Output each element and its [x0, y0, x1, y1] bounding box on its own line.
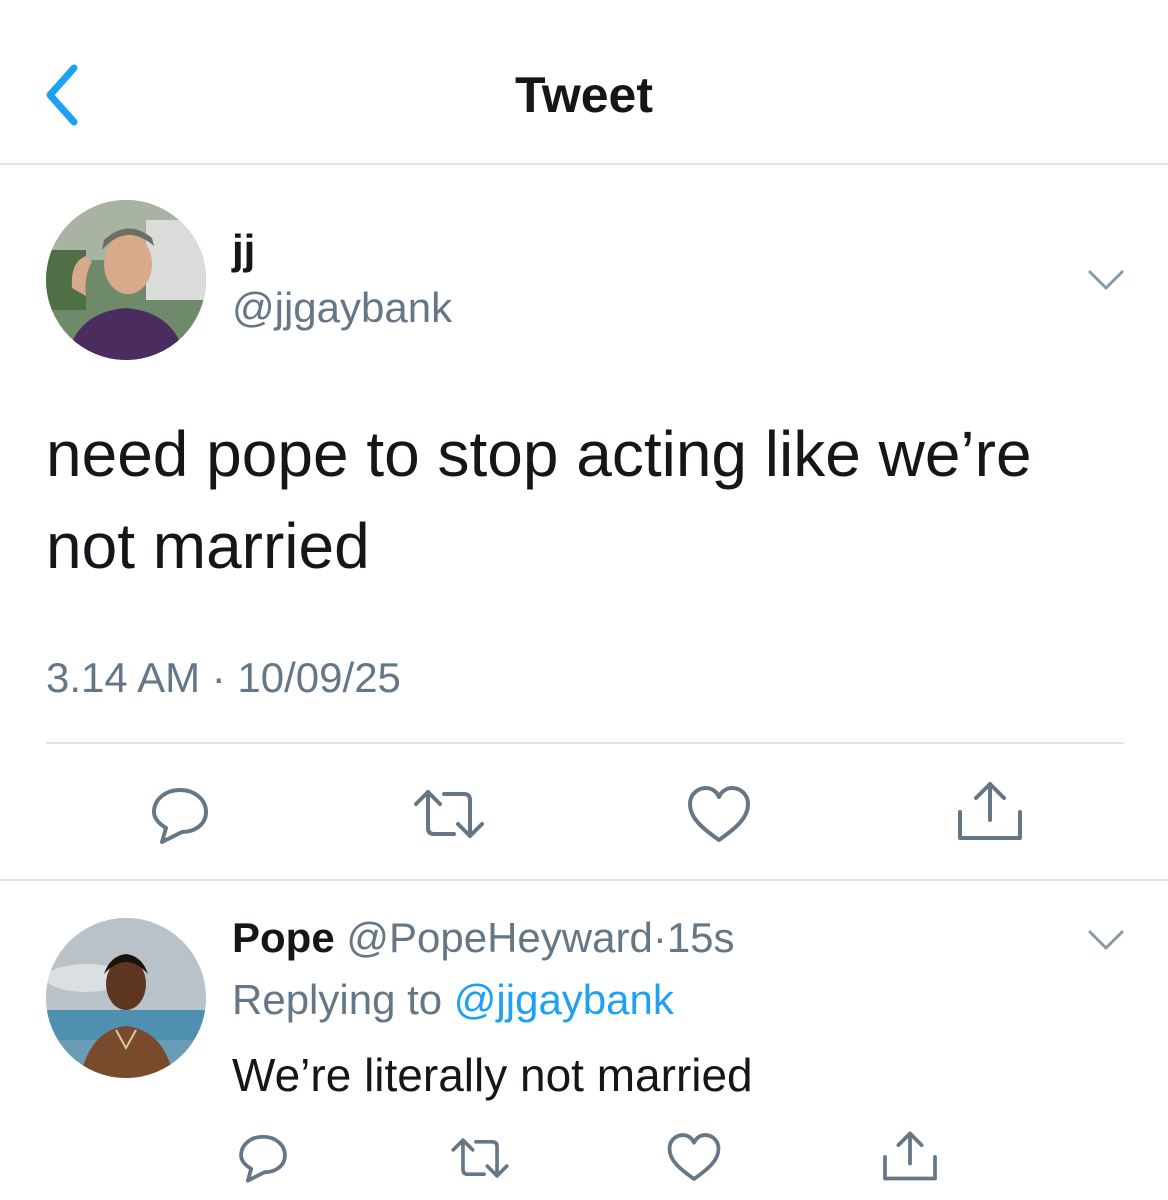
like-icon[interactable] [666, 1130, 722, 1184]
page-title: Tweet [515, 67, 653, 123]
retweet-icon[interactable] [450, 1132, 510, 1184]
tweet-text: need pope to stop acting like we’re not … [46, 418, 1032, 582]
retweet-icon[interactable] [412, 782, 486, 846]
divider [46, 742, 1124, 744]
reply-icon[interactable] [148, 782, 212, 846]
divider [0, 879, 1168, 881]
separator: · [652, 914, 667, 961]
author-name[interactable]: jj [232, 226, 255, 274]
author-handle[interactable]: @PopeHeyward [346, 914, 652, 961]
chevron-down-icon[interactable] [1084, 262, 1128, 298]
avatar[interactable] [46, 200, 206, 360]
share-icon[interactable] [880, 1128, 940, 1184]
reply-text: We’re literally not married [232, 1049, 753, 1101]
avatar[interactable] [46, 918, 206, 1078]
author-name[interactable]: Pope [232, 914, 335, 961]
like-icon[interactable] [686, 782, 752, 846]
reply-age: 15s [666, 914, 735, 961]
author-handle[interactable]: @jjgaybank [232, 284, 452, 332]
reply-header: Pope @PopeHeyward·15s [232, 914, 735, 962]
replying-to: Replying to @jjgaybank [232, 976, 674, 1024]
reply-icon[interactable] [236, 1130, 290, 1184]
replying-prefix: Replying to [232, 976, 443, 1023]
replying-to-link[interactable]: @jjgaybank [454, 976, 674, 1023]
chevron-down-icon[interactable] [1084, 922, 1128, 958]
share-icon[interactable] [954, 778, 1026, 844]
tweet-timestamp: 3.14 AM · 10/09/25 [46, 654, 401, 701]
